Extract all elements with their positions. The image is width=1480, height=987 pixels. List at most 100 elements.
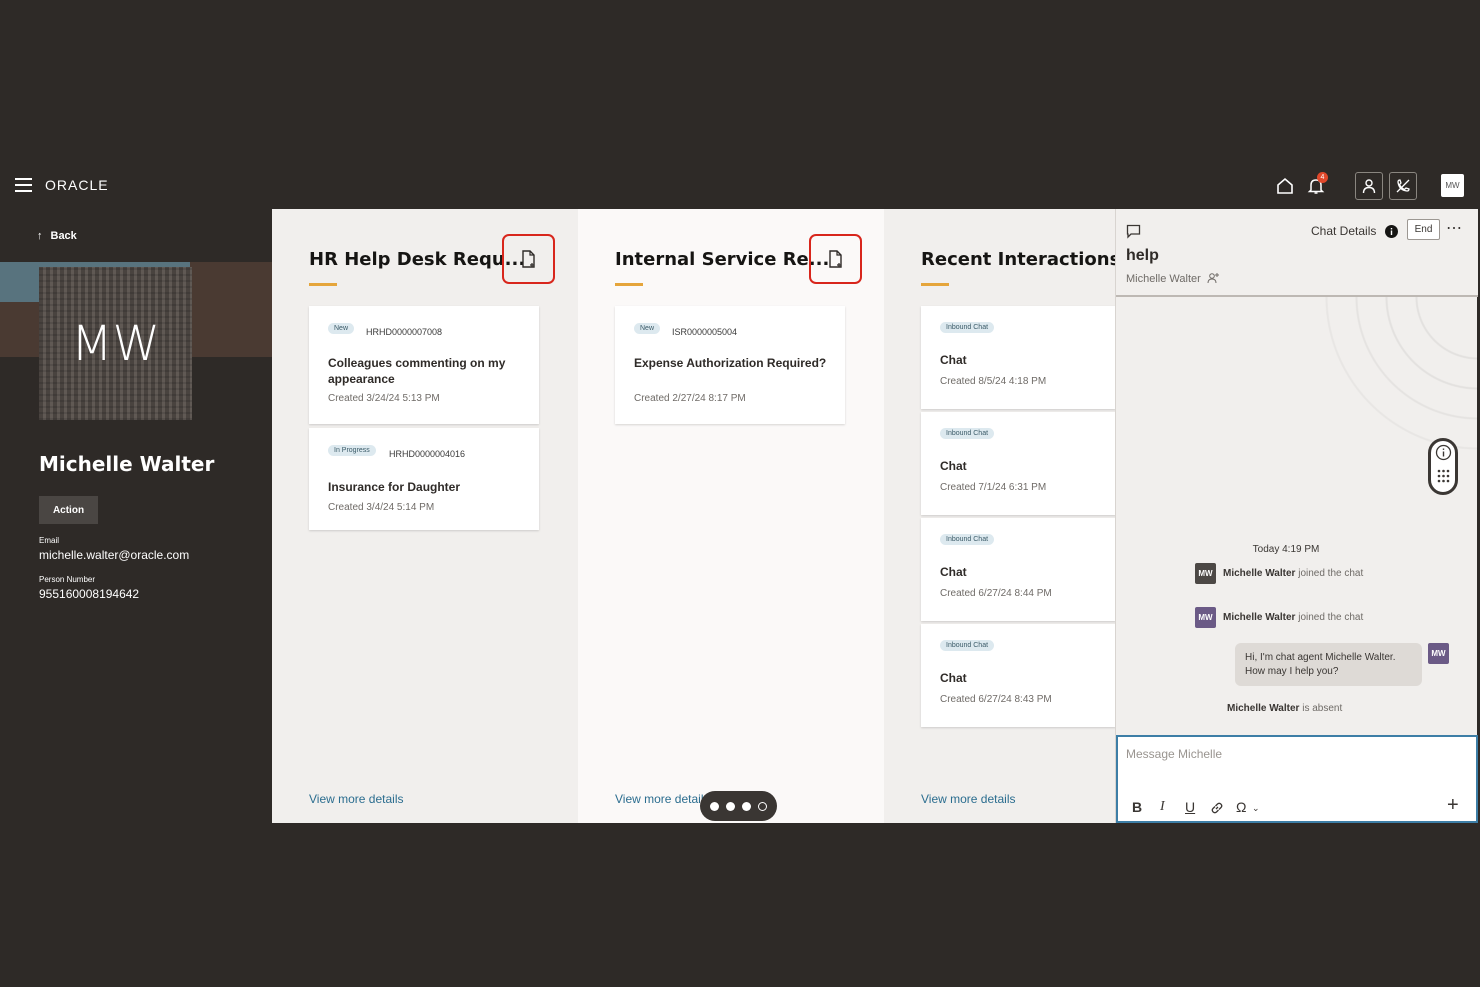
user-profile-icon[interactable] [1355, 172, 1383, 200]
title-underline [921, 283, 949, 286]
special-characters-icon[interactable]: Ω [1236, 799, 1246, 815]
interaction-created: Created 6/27/24 8:44 PM [940, 588, 1052, 599]
status-badge: New [328, 323, 355, 334]
message-composer: B I U Ω ⌄ + [1116, 735, 1478, 823]
chat-message-bubble: Hi, I'm chat agent Michelle Walter. How … [1235, 643, 1422, 686]
interaction-title: Chat [940, 353, 967, 367]
isr-column-title[interactable]: Internal Service Re... [615, 249, 829, 270]
interaction-card[interactable]: Inbound Chat Chat Created 6/27/24 8:43 P… [921, 624, 1115, 727]
status-badge: New [634, 323, 661, 334]
interactions-column-title: Recent Interactions [921, 249, 1115, 270]
channel-badge: Inbound Chat [940, 322, 995, 333]
hr-request-card[interactable]: New HRHD0000007008 Colleagues commenting… [309, 306, 539, 424]
bold-icon[interactable]: B [1132, 799, 1142, 815]
pagination-dots[interactable] [700, 791, 777, 821]
notifications-bell-icon[interactable]: 4 [1302, 172, 1330, 200]
new-service-request-button[interactable] [809, 234, 862, 284]
page-dot[interactable] [726, 801, 735, 811]
interaction-title: Chat [940, 671, 967, 685]
system-message-text: joined the chat [1298, 612, 1364, 623]
interaction-created: Created 6/27/24 8:43 PM [940, 694, 1052, 705]
interaction-card[interactable]: Inbound Chat Chat Created 8/5/24 4:18 PM [921, 306, 1115, 409]
keypad-icon[interactable] [1437, 469, 1450, 483]
person-number-label: Person Number [39, 575, 96, 584]
floating-toolbar[interactable] [1428, 438, 1458, 495]
user-avatar[interactable]: MW [1441, 174, 1464, 197]
request-number: HRHD0000004016 [389, 449, 466, 459]
notification-count-badge: 4 [1317, 172, 1328, 183]
system-message-name: Michelle Walter [1223, 612, 1296, 623]
page-dot[interactable] [710, 801, 719, 811]
view-more-details-link[interactable]: View more details [615, 792, 710, 806]
channel-badge: Inbound Chat [940, 428, 995, 439]
app-window: ORACLE 4 MW ↑ Back MW Michelle Walter Act… [0, 163, 1480, 823]
title-underline [309, 283, 337, 286]
service-request-card[interactable]: New ISR0000005004 Expense Authorization … [615, 306, 845, 424]
arrow-up-icon: ↑ [37, 230, 43, 242]
request-created: Created 3/4/24 5:14 PM [328, 502, 435, 513]
menu-icon[interactable] [15, 178, 32, 192]
back-link[interactable]: ↑ Back [37, 230, 77, 242]
chat-participant: Michelle Walter [1126, 273, 1201, 285]
participant-avatar: MW [1195, 607, 1216, 628]
chat-title: help [1126, 247, 1159, 264]
add-attachment-icon[interactable]: + [1447, 794, 1459, 817]
absent-text: is absent [1302, 703, 1343, 714]
request-created: Created 2/27/24 8:17 PM [634, 393, 746, 404]
top-bar: ORACLE 4 MW [0, 163, 1480, 209]
chat-panel: Chat Details End ⋯ help Michelle Walter … [1115, 209, 1478, 823]
system-message-name: Michelle Walter [1223, 568, 1296, 579]
interaction-created: Created 7/1/24 6:31 PM [940, 482, 1047, 493]
italic-icon[interactable]: I [1160, 799, 1165, 815]
absent-notice: Michelle Walter is absent [1227, 703, 1342, 714]
hr-help-desk-column: HR Help Desk Requ... New HRHD0000007008 … [272, 209, 578, 823]
view-more-details-link[interactable]: View more details [309, 792, 404, 806]
chat-subtitle: Michelle Walter [1126, 272, 1219, 285]
interaction-title: Chat [940, 565, 967, 579]
message-input[interactable] [1126, 747, 1456, 761]
new-document-icon [521, 250, 535, 268]
new-document-icon [828, 250, 842, 268]
request-title: Expense Authorization Required? [634, 356, 827, 370]
request-title: Colleagues commenting on my appearance [328, 356, 506, 386]
view-more-details-link[interactable]: View more details [921, 792, 1016, 806]
request-number: HRHD0000007008 [366, 327, 443, 337]
email-label: Email [39, 536, 60, 545]
link-icon[interactable] [1210, 801, 1224, 815]
status-badge: In Progress [328, 445, 376, 456]
interaction-created: Created 8/5/24 4:18 PM [940, 376, 1047, 387]
info-icon[interactable] [1385, 225, 1398, 238]
new-hr-request-button[interactable] [502, 234, 555, 284]
chat-bubble-icon [1126, 224, 1141, 239]
interaction-card[interactable]: Inbound Chat Chat Created 6/27/24 8:44 P… [921, 518, 1115, 621]
home-icon[interactable] [1271, 172, 1299, 200]
request-title: Insurance for Daughter [328, 480, 461, 494]
page-dot[interactable] [742, 801, 751, 811]
page-dot[interactable] [758, 801, 767, 811]
hr-column-title[interactable]: HR Help Desk Requ... [309, 249, 525, 270]
info-circle-icon[interactable] [1435, 444, 1452, 461]
add-participant-icon[interactable] [1207, 272, 1219, 284]
interaction-title: Chat [940, 459, 967, 473]
underline-icon[interactable]: U [1185, 799, 1195, 815]
phone-off-icon[interactable] [1389, 172, 1417, 200]
chevron-down-icon[interactable]: ⌄ [1252, 803, 1260, 814]
profile-name: Michelle Walter [39, 452, 215, 476]
profile-photo: MW [39, 267, 192, 420]
chat-timestamp: Today 4:19 PM [1252, 544, 1320, 555]
interaction-card[interactable]: Inbound Chat Chat Created 7/1/24 6:31 PM [921, 412, 1115, 515]
end-chat-button[interactable]: End [1407, 219, 1440, 240]
person-number-value: 955160008194642 [39, 587, 140, 601]
agent-avatar: MW [1428, 643, 1449, 664]
channel-badge: Inbound Chat [940, 640, 995, 651]
action-button[interactable]: Action [39, 496, 98, 524]
channel-badge: Inbound Chat [940, 534, 995, 545]
title-underline [615, 283, 643, 286]
profile-panel: ↑ Back MW Michelle Walter Action Email mi… [0, 209, 272, 823]
more-options-icon[interactable]: ⋯ [1446, 218, 1463, 238]
hr-request-card[interactable]: In Progress HRHD0000004016 Insurance for… [309, 428, 539, 530]
chat-details-link[interactable]: Chat Details [1311, 224, 1376, 238]
request-number: ISR0000005004 [672, 327, 738, 337]
back-label: Back [50, 230, 77, 242]
oracle-logo: ORACLE [45, 177, 109, 193]
